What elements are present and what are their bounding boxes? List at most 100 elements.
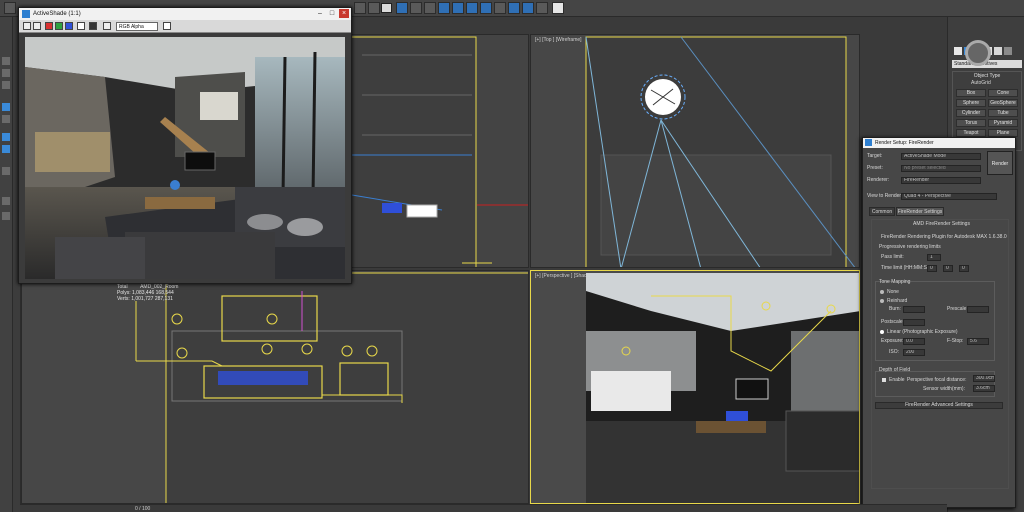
viewport-perspective[interactable]: [+] [Perspective ] [Shaded ] [530, 270, 860, 504]
red-channel-icon[interactable] [45, 22, 53, 30]
viewcube-nav-icon[interactable] [965, 40, 991, 66]
copy-image-icon[interactable] [33, 22, 41, 30]
create-tab-icon[interactable] [954, 47, 962, 55]
render-setup-titlebar[interactable]: Render Setup: FireRender [863, 138, 1015, 148]
geosphere-button[interactable]: GeoSphere [988, 99, 1018, 107]
object-type-title[interactable]: Object Type [953, 72, 1021, 80]
tm-reinhard-label: Reinhard [887, 298, 908, 304]
clear-icon[interactable] [103, 22, 111, 30]
rollout-title[interactable]: AMD FireRender Settings [913, 221, 970, 227]
mirror-icon[interactable] [396, 2, 408, 14]
align-icon[interactable] [410, 2, 422, 14]
exposure-field[interactable]: 0.0 [903, 338, 925, 345]
pass-limit-field[interactable]: 1 [927, 254, 941, 261]
filter-icon[interactable] [2, 133, 10, 141]
app-icon [22, 10, 30, 18]
move-tool-icon[interactable] [2, 69, 10, 77]
tm-none-radio[interactable] [880, 290, 884, 294]
time-limit-hours[interactable]: 0 [927, 265, 937, 272]
burn-label: Burn: [889, 306, 901, 312]
target-label: Target: [867, 153, 883, 159]
dof-label: Depth of Field [879, 367, 911, 373]
alpha-channel-icon[interactable] [77, 22, 85, 30]
viewport-left[interactable]: Total AMD_002_Room Polys: 1,083,446 168,… [21, 270, 529, 504]
cone-button[interactable]: Cone [988, 89, 1018, 97]
rendered-frame-icon[interactable] [508, 2, 520, 14]
sphere-button[interactable]: Sphere [956, 99, 986, 107]
app-icon [865, 139, 872, 146]
tone-mapping-label: Tone Mapping [879, 279, 911, 285]
save-image-icon[interactable] [23, 22, 31, 30]
curve-editor-icon[interactable] [452, 2, 464, 14]
render-activeshade-icon[interactable] [536, 2, 548, 14]
tm-reinhard-radio[interactable] [880, 299, 884, 303]
dof-enable-checkbox[interactable] [882, 378, 886, 382]
utilities-tab-icon[interactable] [1004, 47, 1012, 55]
scene-explorer-icon[interactable] [438, 2, 450, 14]
box-button[interactable]: Box [956, 89, 986, 97]
tab-common[interactable]: Common [869, 207, 895, 216]
channel-select[interactable]: RGB Alpha [116, 22, 158, 31]
color-swatch-icon[interactable] [163, 22, 171, 30]
tm-linear-label: Linear (Photographic Exposure) [887, 329, 958, 335]
autogrid-checkbox[interactable]: AutoGrid [953, 80, 1021, 87]
pyramid-button[interactable]: Pyramid [988, 119, 1018, 127]
iso-field[interactable]: 200 [903, 349, 925, 356]
postscale-field[interactable] [903, 319, 925, 326]
preset-dropdown[interactable]: No preset selected [901, 165, 981, 172]
layer-explorer-icon[interactable] [2, 103, 10, 111]
fstop-field[interactable]: 5.6 [967, 338, 989, 345]
hide-icon[interactable] [2, 115, 10, 123]
time-limit-seconds[interactable]: 0 [959, 265, 969, 272]
activeshade-titlebar[interactable]: ActiveShade (1:1) – □ × [19, 8, 351, 20]
sensor-width-field[interactable]: 3.6cm [973, 385, 995, 392]
blue-channel-icon[interactable] [65, 22, 73, 30]
select-tool-icon[interactable] [2, 57, 10, 65]
maximize-button[interactable]: □ [327, 9, 337, 18]
display-tab-icon[interactable] [994, 47, 1002, 55]
close-button[interactable]: × [339, 9, 349, 18]
plane-button[interactable]: Plane [988, 129, 1018, 137]
render-button[interactable]: Render [987, 151, 1013, 175]
activeshade-window[interactable]: ActiveShade (1:1) – □ × RGB Alpha [18, 7, 352, 284]
selection-filter-dropdown[interactable] [381, 3, 392, 13]
layer-icon[interactable] [424, 2, 436, 14]
freeze-icon[interactable] [2, 212, 10, 220]
rotate-tool-icon[interactable] [2, 81, 10, 89]
render-icon[interactable] [522, 2, 534, 14]
undo-icon[interactable] [4, 2, 16, 14]
schematic-view-icon[interactable] [466, 2, 478, 14]
material-editor-icon[interactable] [480, 2, 492, 14]
advanced-settings-rollout[interactable]: FireRender Advanced Settings [875, 402, 1003, 409]
sort-icon[interactable] [2, 145, 10, 153]
prescale-field[interactable] [967, 306, 989, 313]
torus-button[interactable]: Torus [956, 119, 986, 127]
cylinder-button[interactable]: Cylinder [956, 109, 986, 117]
toggle-icon[interactable] [2, 197, 10, 205]
teapot-button[interactable]: Teapot [956, 129, 986, 137]
prescale-label: Prescale: [947, 306, 968, 312]
select-icon[interactable] [354, 2, 366, 14]
viewport-top[interactable]: [+] [Top ] [Wireframe] [530, 34, 860, 268]
left-tool-strip [0, 17, 13, 512]
render-setup-dialog[interactable]: Render Setup: FireRender Target: ActiveS… [862, 137, 1016, 508]
time-slider[interactable]: 0 / 100 [20, 504, 947, 512]
find-icon[interactable] [2, 167, 10, 175]
focal-distance-label: Perspective focal distance: [907, 377, 967, 383]
focal-distance-field[interactable]: 300.0cm [973, 375, 995, 382]
minimize-button[interactable]: – [315, 9, 325, 18]
view-to-render-dropdown[interactable]: Quad 4 - Perspective [901, 193, 997, 200]
tube-button[interactable]: Tube [988, 109, 1018, 117]
tm-linear-radio[interactable] [880, 330, 884, 334]
burn-field[interactable] [903, 306, 925, 313]
monochrome-icon[interactable] [89, 22, 97, 30]
render-setup-icon[interactable] [494, 2, 506, 14]
time-limit-minutes[interactable]: 0 [943, 265, 953, 272]
stats-overlay: Total AMD_002_Room Polys: 1,083,446 168,… [117, 284, 178, 302]
tab-firerender-settings[interactable]: FireRender Settings [896, 207, 944, 216]
environment-icon[interactable] [552, 2, 564, 14]
target-dropdown[interactable]: ActiveShade Mode [901, 153, 981, 160]
green-channel-icon[interactable] [55, 22, 63, 30]
renderer-dropdown[interactable]: FireRender [901, 177, 981, 184]
select-region-icon[interactable] [368, 2, 380, 14]
